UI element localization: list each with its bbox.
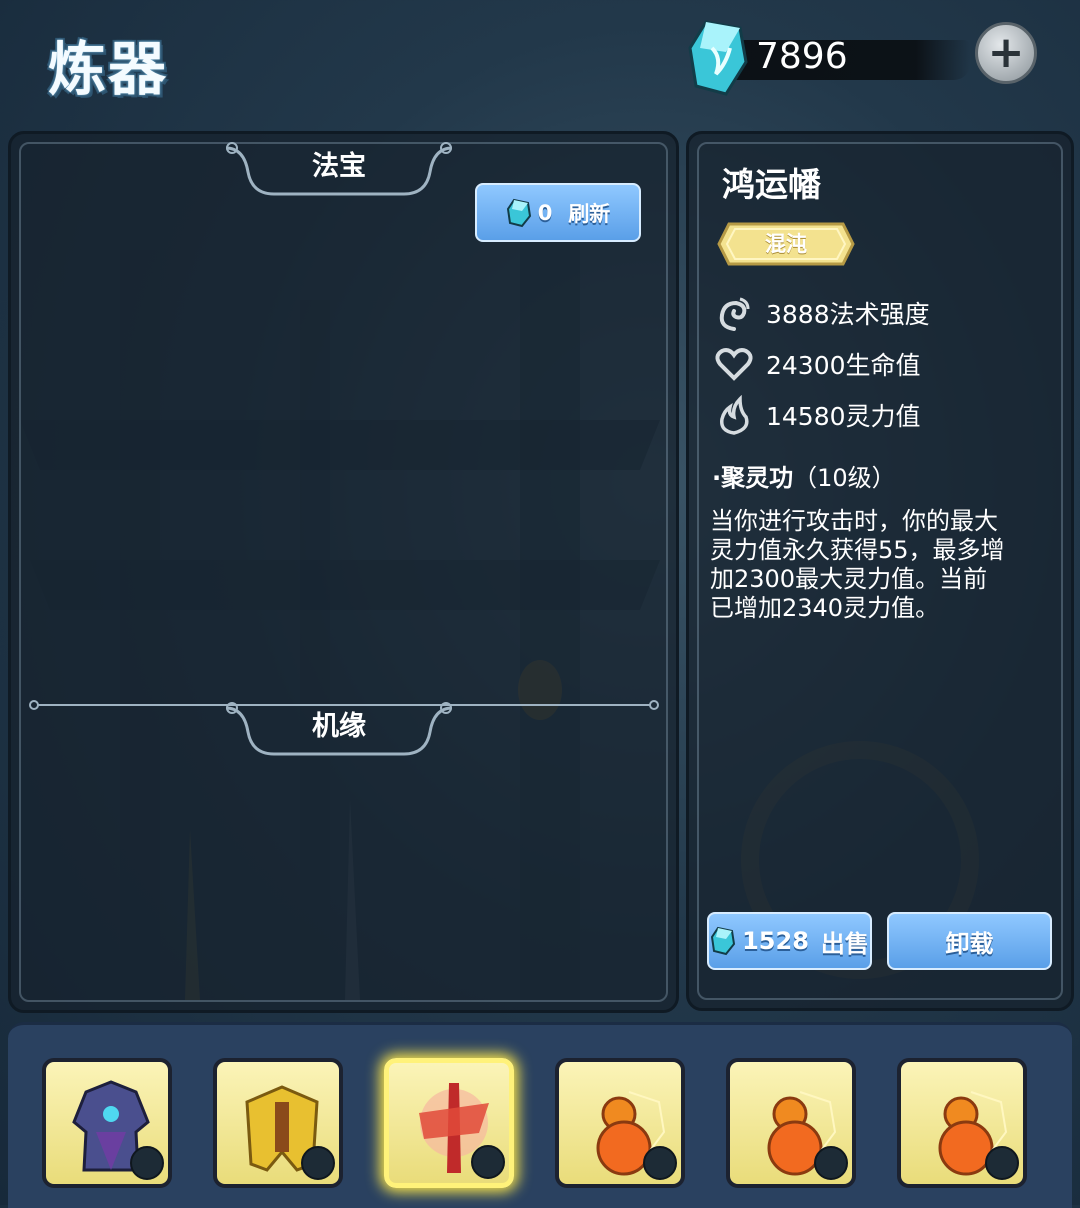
stat-text: 14580灵力值 [766,402,921,431]
sell-label: 出售 [820,929,869,958]
forge-panel [8,131,679,1013]
inventory-slot[interactable] [726,1058,856,1188]
inventory-slot[interactable] [555,1058,685,1188]
stat-text: 3888法术强度 [766,300,930,329]
section-tab-treasure: 法宝 [225,142,453,196]
sell-price: 1528 [742,927,809,955]
sell-button[interactable]: 1528 出售 [707,912,872,970]
spirit-badge-icon [301,1146,335,1180]
crystal-icon [711,926,736,956]
spirit-badge-icon [643,1146,677,1180]
spirit-badge-icon [985,1146,1019,1180]
spirit-badge-icon [471,1145,505,1179]
rarity-badge: 混沌 [717,222,855,266]
plus-icon: + [987,27,1025,78]
refresh-cost: 0 [537,200,553,225]
heart-icon [715,348,753,381]
flame-icon [720,395,749,435]
currency-display: 7896 [680,18,980,98]
unload-label: 卸载 [945,929,994,958]
inventory-slot[interactable] [213,1058,343,1188]
spirit-badge-icon [130,1146,164,1180]
inventory-slot[interactable] [897,1058,1027,1188]
stat-row: 24300生命值 [714,342,921,386]
stat-text: 24300生命值 [766,351,921,380]
section-title-treasure: 法宝 [312,151,366,182]
skill-name: ·聚灵功 [712,464,794,492]
page-title: 炼器 [48,35,169,103]
section-tab-fortune: 机缘 [225,702,453,756]
forge-panel-border [19,142,668,1002]
inventory-slot-selected[interactable] [384,1058,514,1188]
crystal-icon [506,198,531,227]
skill-level: （10级） [793,464,896,492]
skill-title: ·聚灵功（10级） [712,458,896,493]
add-currency-button[interactable]: + [975,22,1037,84]
crystal-icon [688,20,748,96]
spell-power-icon [719,297,750,331]
item-name: 鸿运幡 [722,165,821,204]
section-title-fortune: 机缘 [312,711,366,742]
spirit-badge-icon [814,1146,848,1180]
skill-description: 当你进行攻击时，你的最大灵力值永久获得55，最多增加2300最大灵力值。当前已增… [710,507,1005,622]
stat-row: 3888法术强度 [714,291,930,335]
refresh-label: 刷新 [568,201,611,226]
stat-row: 14580灵力值 [714,393,921,437]
rarity-label: 混沌 [765,232,807,256]
inventory-slot[interactable] [42,1058,172,1188]
currency-amount: 7896 [756,36,848,77]
unload-button[interactable]: 卸载 [887,912,1052,970]
refresh-button[interactable]: 0 刷新 [475,183,641,242]
